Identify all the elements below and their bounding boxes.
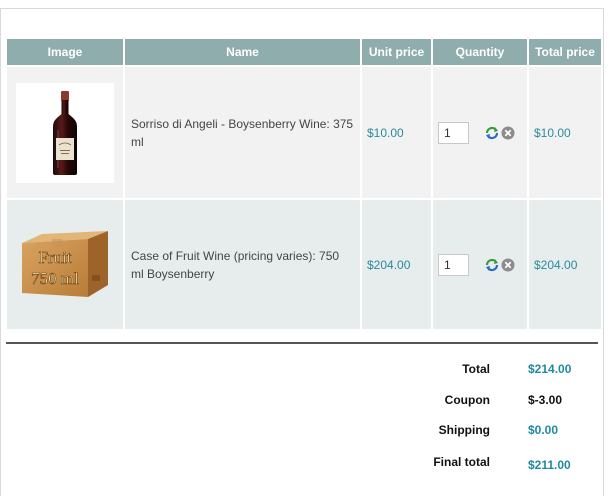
product-thumbnail[interactable]: Fruit 750 ml [16,215,114,315]
quantity-input[interactable] [438,253,469,276]
product-image-cell [7,67,123,200]
quantity-input[interactable] [438,121,469,144]
cart-header-row: Image Name Unit price Quantity Total pri… [7,39,601,67]
remove-icon[interactable] [501,126,515,140]
summary-final-total-row: Final total $211.00 [400,455,600,472]
column-header-image: Image [7,39,123,67]
totals-divider [6,342,598,344]
product-thumbnail[interactable] [16,82,114,183]
total-label: Total [462,362,490,376]
product-name[interactable]: Sorriso di Angeli - Boysenberry Wine: 37… [125,67,360,200]
cart-row: Fruit 750 ml Case of Fruit Wine (pricing… [7,200,601,331]
refresh-icon[interactable] [485,258,499,272]
cart-row: Sorriso di Angeli - Boysenberry Wine: 37… [7,67,601,200]
line-total: $10.00 [529,67,601,200]
column-header-quantity: Quantity [433,39,527,67]
cart-table: Image Name Unit price Quantity Total pri… [5,39,603,331]
refresh-icon[interactable] [485,126,499,140]
summary-shipping-row: Shipping $0.00 [400,423,600,439]
line-total: $204.00 [529,200,601,331]
final-total-label: Final total [433,455,490,469]
column-header-name: Name [125,39,360,67]
box-label-line2: 750 ml [31,269,79,288]
column-header-unit-price: Unit price [362,39,431,67]
coupon-label: Coupon [444,393,490,407]
product-name[interactable]: Case of Fruit Wine (pricing varies): 750… [125,200,360,331]
final-total-value: $211.00 [528,458,571,472]
column-header-total-price: Total price [529,39,601,67]
quantity-cell [433,67,527,200]
summary-total-row: Total $214.00 [400,362,600,378]
summary-coupon-row: Coupon $-3.00 [400,393,600,409]
shipping-label: Shipping [438,423,490,437]
wine-case-box-icon: Fruit 750 ml [22,230,108,297]
unit-price: $10.00 [362,67,431,200]
shipping-value: $0.00 [528,423,559,437]
total-value: $214.00 [528,362,572,376]
coupon-value: $-3.00 [528,393,563,407]
product-image-cell: Fruit 750 ml [7,200,123,331]
box-label-line1: Fruit [38,248,71,267]
remove-icon[interactable] [501,258,515,272]
quantity-cell [433,200,527,331]
unit-price: $204.00 [362,200,431,331]
wine-bottle-icon [53,90,77,175]
